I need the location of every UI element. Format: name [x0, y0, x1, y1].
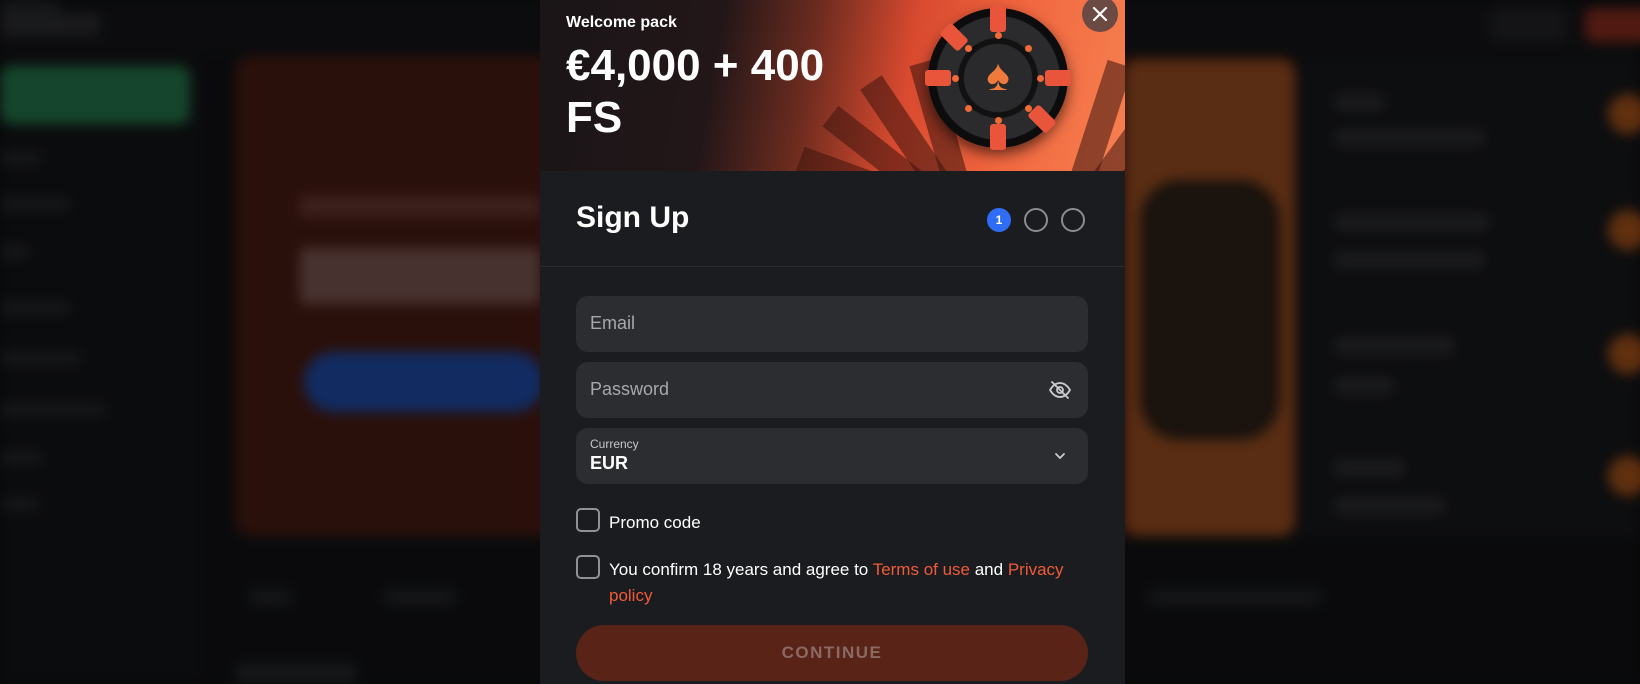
chip-dot: [995, 32, 1002, 39]
eye-off-icon[interactable]: [1048, 378, 1072, 402]
banner-title: €4,000 + 400 FS: [566, 41, 825, 142]
chip-stripe: [990, 6, 1006, 32]
poker-chip-icon: ♠: [925, 6, 1071, 150]
chip-dot: [965, 45, 972, 52]
promo-code-row: Promo code: [576, 508, 1106, 536]
step-indicator-3: [1061, 208, 1085, 232]
chip-dot: [995, 117, 1002, 124]
spade-icon: ♠: [986, 50, 1010, 100]
chip-stripe: [1045, 70, 1071, 86]
chip-dot: [1037, 75, 1044, 82]
chip-stripe: [990, 124, 1006, 150]
currency-value: EUR: [590, 453, 629, 473]
terms-of-use-link[interactable]: Terms of use: [873, 560, 970, 579]
promo-code-label: Promo code: [609, 513, 701, 532]
terms-prefix: You confirm 18 years and agree to: [609, 560, 873, 579]
chip-dot: [952, 75, 959, 82]
terms-mid: and: [970, 560, 1008, 579]
close-icon: [1092, 6, 1108, 22]
step-indicator-1: 1: [987, 208, 1011, 232]
promo-code-checkbox[interactable]: [576, 508, 600, 532]
chip-stripe: [925, 70, 951, 86]
email-field[interactable]: Email: [576, 296, 1088, 352]
password-field[interactable]: Password: [576, 362, 1088, 418]
currency-select[interactable]: Currency EUR: [576, 428, 1088, 484]
signup-modal: Welcome pack €4,000 + 400 FS ♠ Sign Up 1: [540, 0, 1125, 684]
continue-button[interactable]: CONTINUE: [576, 625, 1088, 681]
terms-checkbox[interactable]: [576, 555, 600, 579]
modal-header: Sign Up 1: [540, 171, 1125, 267]
modal-title: Sign Up: [576, 201, 690, 234]
email-placeholder: Email: [590, 313, 636, 333]
terms-text: You confirm 18 years and agree to Terms …: [609, 557, 1079, 609]
chip-dot: [965, 105, 972, 112]
banner-subtitle: Welcome pack: [566, 14, 677, 31]
chevron-down-icon: [1048, 444, 1072, 468]
welcome-banner: Welcome pack €4,000 + 400 FS ♠: [540, 0, 1125, 171]
password-placeholder: Password: [590, 379, 670, 399]
step-indicator-2: [1024, 208, 1048, 232]
chip-dot: [1025, 105, 1032, 112]
chip-dot: [1025, 45, 1032, 52]
currency-label: Currency: [590, 437, 639, 451]
terms-row: You confirm 18 years and agree to Terms …: [576, 555, 1106, 609]
